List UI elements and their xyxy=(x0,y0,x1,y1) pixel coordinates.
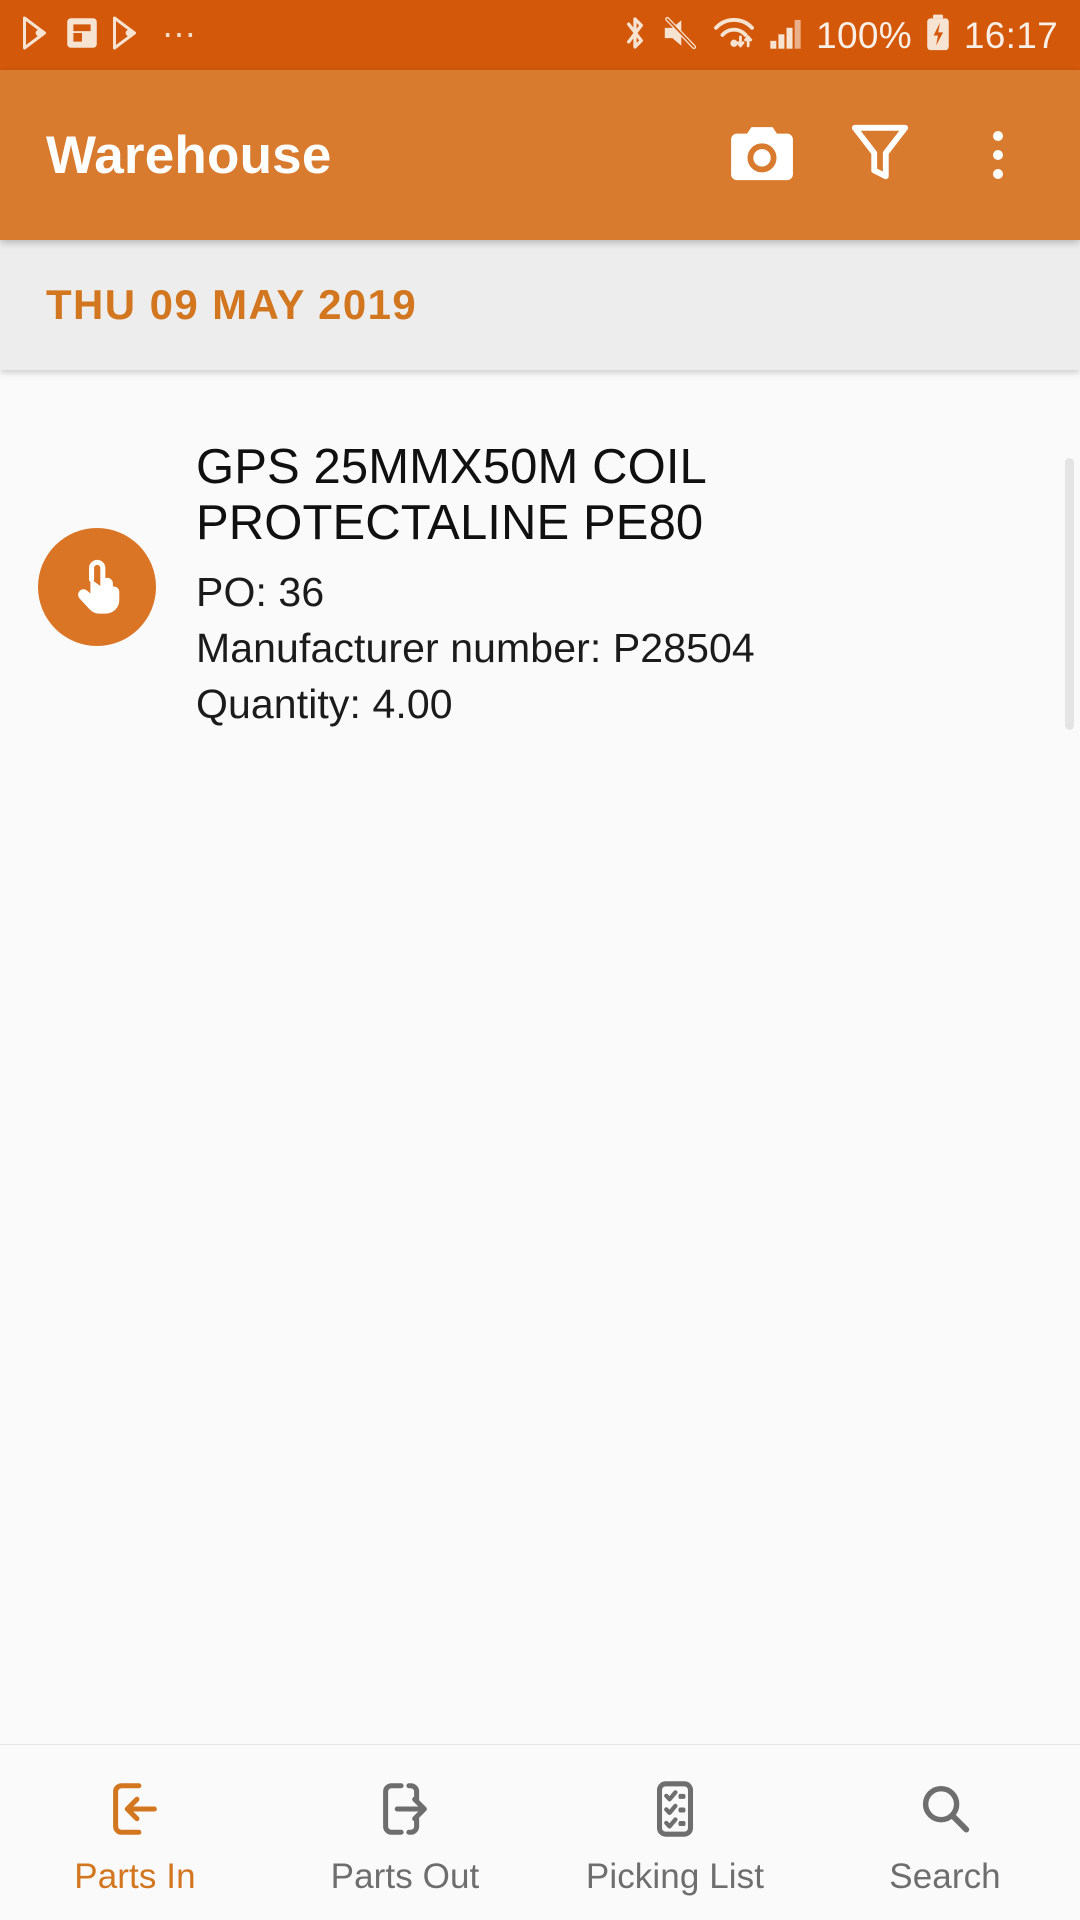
status-bar-system-icons: 100% 16:17 xyxy=(622,14,1058,57)
item-quantity: Quantity: 4.00 xyxy=(196,680,453,727)
wifi-icon xyxy=(712,15,756,56)
item-title: GPS 25MMX50M COIL PROTECTALINE PE80 xyxy=(196,440,706,550)
nav-label-picking-list: Picking List xyxy=(585,1856,765,1896)
nav-item-parts-in[interactable]: Parts In xyxy=(0,1745,270,1920)
nav-item-search[interactable]: Search xyxy=(810,1745,1080,1920)
bottom-navigation: Parts In Parts Out Picking List Search xyxy=(0,1744,1080,1920)
cellular-signal-icon xyxy=(769,16,803,55)
status-bar: ⋯ 100% 16:17 xyxy=(0,0,1080,70)
search-icon xyxy=(914,1778,976,1845)
parts-in-list: GPS 25MMX50M COIL PROTECTALINE PE80 PO: … xyxy=(0,370,1080,1744)
camera-button[interactable] xyxy=(714,107,810,203)
clock-label: 16:17 xyxy=(963,14,1058,56)
play-store-icon xyxy=(112,16,142,55)
touch-hand-icon xyxy=(66,554,128,621)
list-item[interactable]: GPS 25MMX50M COIL PROTECTALINE PE80 PO: … xyxy=(0,370,1080,730)
flipboard-icon xyxy=(66,16,98,55)
nav-label-search: Search xyxy=(889,1856,1001,1896)
scrollbar[interactable] xyxy=(1065,458,1074,730)
nav-label-parts-out: Parts Out xyxy=(330,1856,480,1896)
more-vertical-icon xyxy=(993,131,1003,179)
nav-label-parts-in: Parts In xyxy=(74,1856,196,1896)
battery-percent-label: 100% xyxy=(816,14,912,56)
play-store-icon xyxy=(22,16,52,55)
picking-list-icon xyxy=(644,1778,706,1845)
avatar xyxy=(38,528,156,646)
camera-icon xyxy=(729,124,795,187)
page-title: Warehouse xyxy=(46,125,332,185)
parts-out-icon xyxy=(374,1778,436,1845)
item-po: PO: 36 xyxy=(196,568,325,615)
bluetooth-icon xyxy=(622,14,648,57)
parts-in-icon xyxy=(104,1778,166,1845)
item-manufacturer-number: Manufacturer number: P28504 xyxy=(196,624,755,671)
more-notifications-icon: ⋯ xyxy=(162,16,199,54)
nav-item-parts-out[interactable]: Parts Out xyxy=(270,1745,540,1920)
overflow-menu-button[interactable] xyxy=(950,107,1046,203)
filter-button[interactable] xyxy=(832,107,928,203)
app-bar-actions xyxy=(714,107,1046,203)
date-section-header: THU 09 MAY 2019 xyxy=(0,240,1080,370)
battery-charging-icon xyxy=(925,14,951,57)
app-bar: Warehouse xyxy=(0,70,1080,240)
filter-funnel-icon xyxy=(850,122,910,189)
volume-mute-icon xyxy=(661,15,699,56)
date-label: THU 09 MAY 2019 xyxy=(46,281,418,328)
nav-item-picking-list[interactable]: Picking List xyxy=(540,1745,810,1920)
status-bar-notifications: ⋯ xyxy=(22,16,622,55)
list-item-body: GPS 25MMX50M COIL PROTECTALINE PE80 PO: … xyxy=(156,440,860,730)
